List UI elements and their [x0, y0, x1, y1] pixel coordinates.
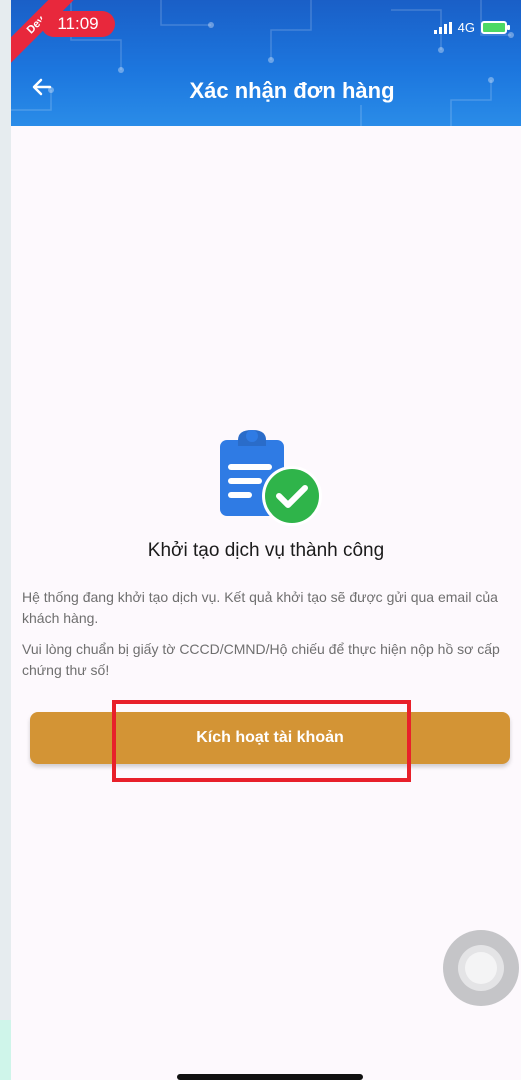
- assistive-touch-core: [465, 952, 497, 984]
- phone-screen: Dev 11:09 4G Xác nhận đơn hàng Khởi tạo …: [11, 0, 521, 1080]
- battery-icon: [481, 21, 510, 34]
- left-edge-strip: [0, 0, 11, 1080]
- app-header: Dev 11:09 4G Xác nhận đơn hàng: [11, 0, 521, 126]
- highlight-annotation-box: [112, 700, 411, 782]
- network-type: 4G: [457, 20, 475, 35]
- assistive-touch-button[interactable]: [443, 930, 519, 1006]
- status-time: 11:09: [41, 11, 115, 37]
- status-indicators: 4G: [433, 20, 510, 35]
- clipboard-check-icon: [220, 430, 322, 526]
- signal-icon: [433, 21, 452, 34]
- left-edge-accent: [0, 1020, 11, 1080]
- assistive-touch-ring: [458, 945, 504, 991]
- success-title: Khởi tạo dịch vụ thành công: [147, 540, 385, 561]
- page-title: Xác nhận đơn hàng: [11, 78, 521, 104]
- page-title-text: Xác nhận đơn hàng: [189, 78, 395, 103]
- description-documents: Vui lòng chuẩn bị giấy tờ CCCD/CMND/Hộ c…: [22, 641, 500, 678]
- description-result: Hệ thống đang khởi tạo dịch vụ. Kết quả …: [22, 589, 498, 626]
- home-indicator: [177, 1074, 363, 1080]
